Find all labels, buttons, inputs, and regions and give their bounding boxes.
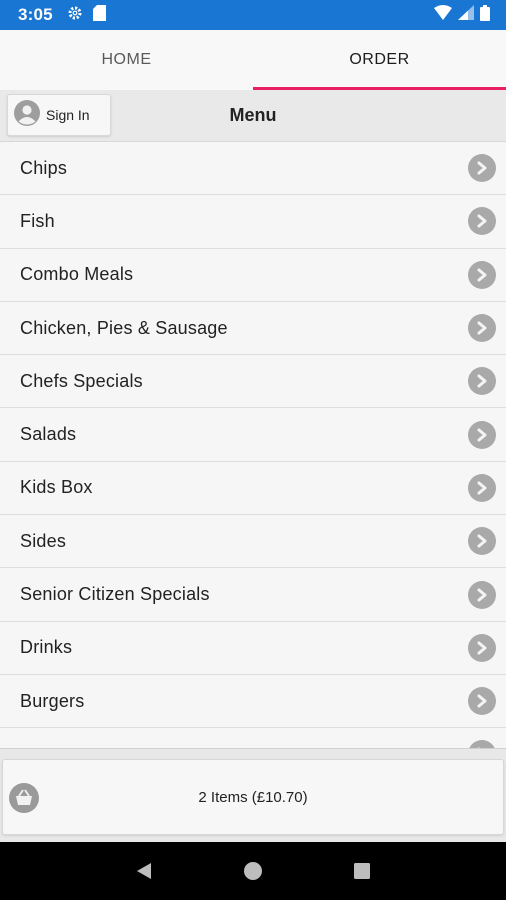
tab-order-label: ORDER xyxy=(349,51,410,68)
menu-item-chicken-pies-sausage[interactable]: Chicken, Pies & Sausage xyxy=(0,301,506,356)
chevron-right-icon xyxy=(468,687,496,716)
menu-header: Sign In Menu xyxy=(0,90,506,142)
status-right-icons xyxy=(434,4,490,26)
sign-in-button[interactable]: Sign In xyxy=(7,94,111,136)
sd-card-icon xyxy=(92,4,106,26)
chevron-right-icon xyxy=(468,154,496,183)
menu-item-label: Salads xyxy=(20,424,77,445)
menu-item-label: Combo Meals xyxy=(20,264,134,285)
status-time: 3:05 xyxy=(18,5,53,24)
tab-order[interactable]: ORDER xyxy=(253,30,506,90)
status-left-icons xyxy=(67,4,106,26)
menu-item-burgers[interactable]: Burgers xyxy=(0,674,506,729)
chevron-right-icon xyxy=(468,260,496,289)
menu-item-label: Sides xyxy=(20,530,67,551)
home-circle-icon[interactable] xyxy=(233,851,273,891)
chevron-right-icon xyxy=(468,740,496,748)
avatar-icon xyxy=(14,99,40,131)
cart-footer: 2 Items (£10.70) xyxy=(0,748,506,842)
chevron-right-icon xyxy=(468,420,496,449)
menu-item-label: Burgers xyxy=(20,690,85,711)
menu-item-drinks[interactable]: Drinks xyxy=(0,621,506,675)
battery-icon xyxy=(480,4,490,26)
back-icon[interactable] xyxy=(124,851,164,891)
system-nav-bar xyxy=(0,842,506,900)
chevron-right-icon xyxy=(468,633,496,662)
menu-item-chips[interactable]: Chips xyxy=(0,142,506,196)
menu-item-label: Fish xyxy=(20,210,55,231)
sign-in-label: Sign In xyxy=(46,107,90,123)
chevron-right-icon xyxy=(468,473,496,502)
menu-item-senior-citizen-specials[interactable]: Senior Citizen Specials xyxy=(0,568,506,622)
menu-item-label: Chicken, Pies & Sausage xyxy=(20,317,228,338)
chevron-right-icon xyxy=(468,580,496,609)
menu-list[interactable]: Chips Fish Combo Meals Chicken, Pies & S… xyxy=(0,142,506,748)
menu-item-salads[interactable]: Salads xyxy=(0,408,506,462)
tab-home-label: HOME xyxy=(101,51,152,68)
view-basket-button[interactable]: 2 Items (£10.70) xyxy=(2,759,504,835)
cart-summary: 2 Items (£10.70) xyxy=(198,788,308,806)
signal-icon xyxy=(458,5,474,25)
chevron-right-icon xyxy=(468,527,496,556)
menu-item-label: Chefs Specials xyxy=(20,370,143,391)
menu-item-label: Kids Box xyxy=(20,477,93,498)
tab-bar: HOME ORDER xyxy=(0,30,506,90)
menu-item-sides[interactable]: Sides xyxy=(0,515,506,569)
chevron-right-icon xyxy=(468,314,496,343)
menu-item-chefs-specials[interactable]: Chefs Specials xyxy=(0,355,506,409)
menu-item-combo-meals[interactable]: Combo Meals xyxy=(0,248,506,302)
menu-item-fish[interactable]: Fish xyxy=(0,195,506,249)
menu-item-partial[interactable] xyxy=(0,728,506,748)
tab-home[interactable]: HOME xyxy=(0,30,253,90)
chevron-right-icon xyxy=(468,367,496,396)
recents-square-icon[interactable] xyxy=(342,851,382,891)
chevron-right-icon xyxy=(468,207,496,236)
menu-item-label: Chips xyxy=(20,157,68,178)
menu-item-kids-box[interactable]: Kids Box xyxy=(0,461,506,516)
gear-icon xyxy=(67,5,83,26)
status-bar: 3:05 xyxy=(0,0,506,30)
wifi-icon xyxy=(434,5,452,25)
menu-item-label: Senior Citizen Specials xyxy=(20,584,210,605)
menu-item-label: Drinks xyxy=(20,637,73,658)
